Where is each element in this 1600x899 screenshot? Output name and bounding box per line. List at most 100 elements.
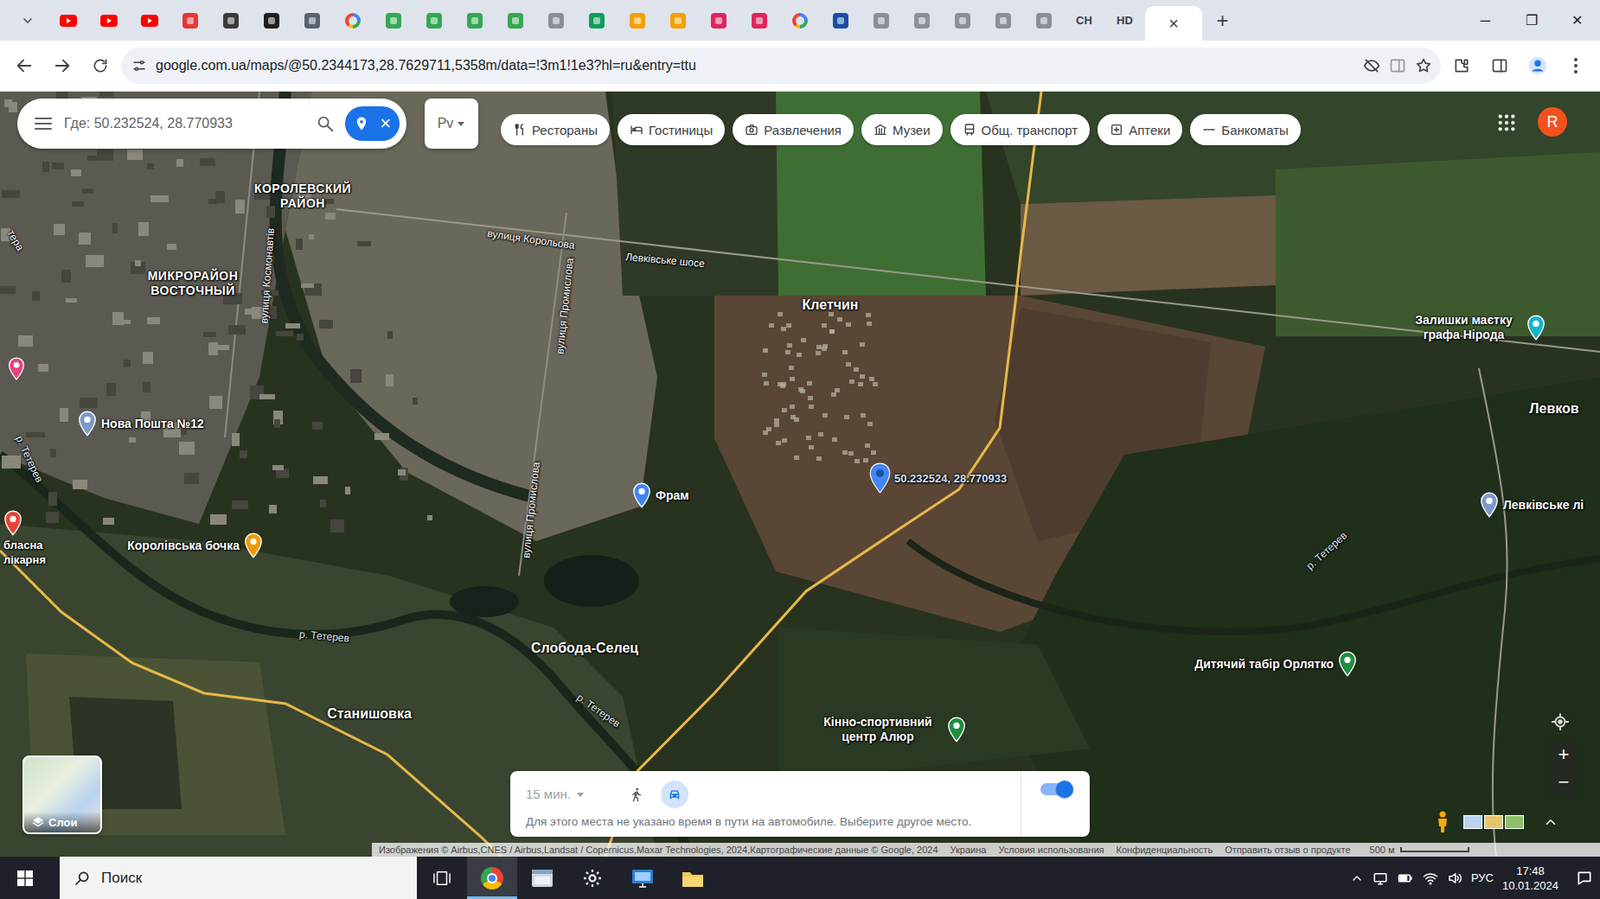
- extensions-button[interactable]: [1444, 48, 1479, 84]
- browser-tab[interactable]: [779, 0, 820, 41]
- toggle-knob[interactable]: [1056, 780, 1074, 799]
- poi-label[interactable]: Нова Пошта №12: [101, 416, 205, 432]
- poi-marker[interactable]: Королівська бочка: [127, 532, 263, 559]
- browser-tab[interactable]: [413, 0, 455, 41]
- imagery-thumbnail[interactable]: [1484, 815, 1504, 830]
- poi-marker[interactable]: Кінно-спортивний центр Алюр: [812, 715, 967, 745]
- back-button[interactable]: [6, 48, 42, 84]
- browser-tab[interactable]: [616, 0, 658, 41]
- map-view[interactable]: КОРОЛЕВСКИЙ РАЙОНМИКРОРАЙОН ВОСТОЧНЫЙКле…: [0, 91, 1600, 858]
- browser-tab[interactable]: [88, 0, 129, 41]
- taskbar-search-label[interactable]: Поиск: [101, 870, 142, 888]
- side-panel-icon[interactable]: [1491, 57, 1509, 75]
- reload-icon[interactable]: [91, 57, 109, 75]
- input-language[interactable]: РУС: [1471, 871, 1494, 885]
- menu-button[interactable]: [1558, 48, 1594, 84]
- url-text[interactable]: google.com.ua/maps/@50.2344173,28.762971…: [155, 57, 1355, 74]
- gear-icon[interactable]: [582, 868, 603, 890]
- chip-label[interactable]: Аптеки: [1128, 122, 1171, 138]
- travel-toggle[interactable]: [1040, 783, 1072, 796]
- poi-label[interactable]: Залишки маєтку графа Нірода: [1405, 313, 1523, 343]
- browser-tab[interactable]: [697, 0, 739, 41]
- clear-search-button[interactable]: ×: [379, 114, 391, 134]
- place-pin-icon[interactable]: [632, 482, 652, 509]
- back-arrow-icon[interactable]: [14, 56, 34, 76]
- browser-tab[interactable]: [332, 0, 373, 41]
- chrome-icon[interactable]: [480, 867, 504, 890]
- travel-time-dropdown[interactable]: 15 мин.: [525, 787, 613, 802]
- bookmark-star-icon[interactable]: [1414, 57, 1433, 75]
- browser-tab[interactable]: CH: [1063, 0, 1105, 41]
- network-icon[interactable]: [1372, 870, 1389, 887]
- profile-icon[interactable]: [1528, 56, 1548, 76]
- taskbar-app[interactable]: [617, 857, 668, 899]
- taskbar-app[interactable]: [517, 857, 568, 899]
- browser-tab[interactable]: HD: [1104, 0, 1146, 41]
- task-view-icon[interactable]: [432, 870, 452, 888]
- browser-tab[interactable]: [169, 0, 211, 41]
- directions-pill[interactable]: ×: [345, 106, 400, 141]
- site-settings-icon[interactable]: [131, 57, 148, 74]
- chip-label[interactable]: Общ. транспорт: [981, 122, 1079, 138]
- pegman-icon[interactable]: [1435, 811, 1450, 834]
- transit-icon[interactable]: [962, 122, 977, 137]
- browser-tab[interactable]: ×: [1145, 6, 1203, 41]
- poi-label[interactable]: Дитячий табір Орлятко: [1194, 657, 1334, 672]
- browser-tab[interactable]: [576, 0, 617, 41]
- forward-arrow-icon[interactable]: [52, 56, 72, 76]
- poi-marker[interactable]: Левківське лі: [1479, 492, 1584, 519]
- poi-label[interactable]: бласна лікарня: [3, 537, 58, 568]
- language-box[interactable]: Рv: [424, 98, 479, 149]
- restaurant-icon[interactable]: [512, 122, 527, 137]
- imagery-thumbnails[interactable]: [1463, 815, 1524, 830]
- car-mode-button[interactable]: [660, 780, 689, 809]
- poi-marker[interactable]: Фрам: [632, 482, 690, 509]
- notifications-icon[interactable]: [1575, 870, 1594, 888]
- poi-label[interactable]: Левківське лі: [1503, 498, 1584, 513]
- browser-tab[interactable]: [657, 0, 698, 41]
- category-chip[interactable]: Рестораны: [500, 114, 610, 146]
- language-label[interactable]: Рv: [437, 115, 455, 132]
- taskbar-app[interactable]: [667, 857, 718, 899]
- tray-chevron-icon[interactable]: [1350, 871, 1364, 886]
- monitor-app-icon[interactable]: [631, 869, 654, 889]
- browser-tab[interactable]: [291, 0, 333, 41]
- browser-tab[interactable]: [535, 0, 576, 41]
- browser-tab[interactable]: [128, 0, 170, 41]
- clock-time[interactable]: 17:48: [1516, 864, 1545, 879]
- dropdown-icon[interactable]: [456, 119, 466, 128]
- chip-label[interactable]: Развлечения: [763, 122, 842, 138]
- poi-label[interactable]: Фрам: [655, 488, 690, 504]
- place-pin-icon[interactable]: [1526, 314, 1546, 341]
- restore-button[interactable]: ❐: [1508, 0, 1555, 41]
- chip-label[interactable]: Рестораны: [531, 122, 598, 138]
- location-pin-icon[interactable]: [868, 461, 892, 495]
- browser-tab[interactable]: [250, 0, 292, 41]
- taskbar-app[interactable]: [467, 857, 518, 899]
- footer-link[interactable]: Отправить отзыв о продукте: [1224, 844, 1351, 856]
- camera-icon[interactable]: [744, 122, 759, 137]
- taskbar-app[interactable]: [567, 857, 618, 899]
- layers-icon[interactable]: [31, 815, 45, 830]
- category-chip[interactable]: Музеи: [861, 114, 943, 146]
- address-bar[interactable]: google.com.ua/maps/@50.2344173,28.762971…: [121, 47, 1441, 84]
- expand-icon[interactable]: [1542, 814, 1559, 831]
- category-chip[interactable]: Развлечения: [732, 114, 854, 146]
- place-pin-icon[interactable]: [3, 510, 23, 537]
- zoom-out-button[interactable]: −: [1558, 769, 1570, 798]
- profile-button[interactable]: [1520, 48, 1556, 84]
- taskbar-search[interactable]: Поиск: [59, 857, 417, 899]
- browser-tab[interactable]: [738, 0, 780, 41]
- windows-logo-icon[interactable]: [17, 870, 33, 887]
- walking-icon[interactable]: [628, 787, 645, 803]
- crosshair-icon[interactable]: [1550, 712, 1570, 732]
- category-chip[interactable]: Общ. транспорт: [950, 114, 1091, 146]
- category-chip[interactable]: Аптеки: [1097, 114, 1183, 146]
- search-icon[interactable]: [73, 870, 91, 888]
- start-button[interactable]: [0, 857, 51, 899]
- search-box[interactable]: Где: 50.232524, 28.770933×: [17, 98, 407, 149]
- window-app-icon[interactable]: [531, 869, 554, 889]
- apps-grid-icon[interactable]: [1497, 113, 1517, 133]
- poi-label[interactable]: Кінно-спортивний центр Алюр: [812, 715, 943, 745]
- browser-tab[interactable]: [941, 0, 983, 41]
